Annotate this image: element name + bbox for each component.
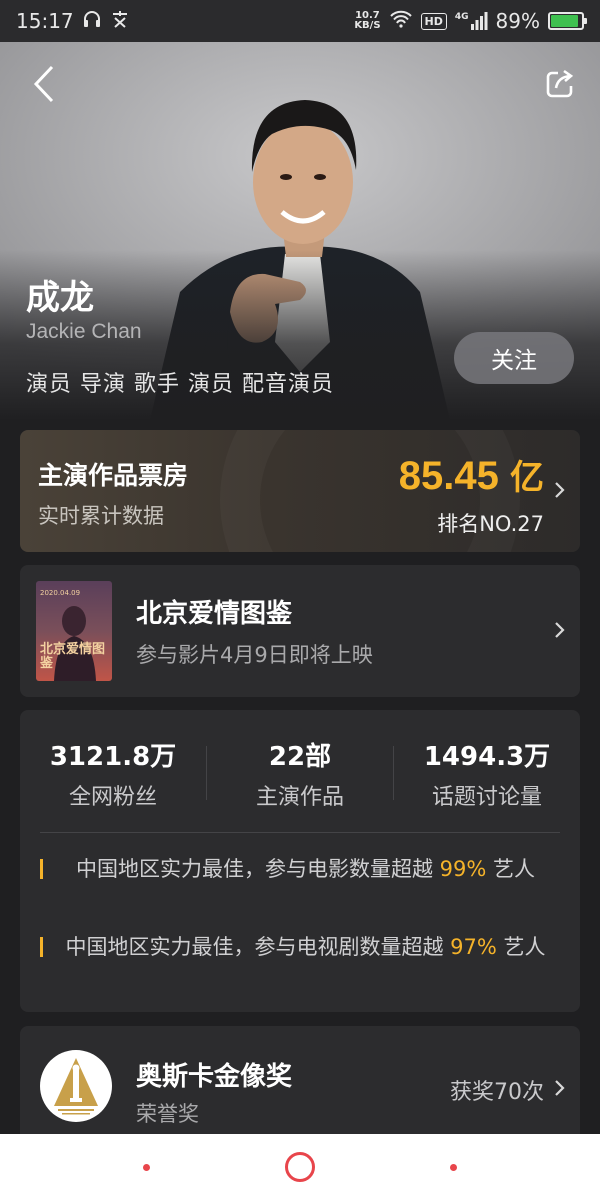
award-card[interactable]: 奥斯卡金像奖 荣誉奖 获奖70次 xyxy=(20,1026,580,1146)
award-title: 奥斯卡金像奖 xyxy=(136,1062,293,1092)
hero-header: 成龙 Jackie Chan 演员 导演 歌手 演员 配音演员 关注 xyxy=(0,42,600,420)
honor-item: 中国地区实力最佳，参与电影数量超越 99% 艺人 xyxy=(40,854,560,884)
honor-text-before: 中国地区实力最佳，参与电视剧数量超越 xyxy=(65,935,451,959)
stat-label: 全网粉丝 xyxy=(68,785,157,810)
honor-percent: 97% xyxy=(450,935,497,959)
oscar-statuette-icon xyxy=(54,1058,98,1115)
stat-value: 3121.8万 xyxy=(49,742,177,772)
back-button[interactable] xyxy=(24,62,64,106)
stats-card: 3121.8万 全网粉丝 22部 主演作品 1494.3万 话题讨论量 中国地区… xyxy=(20,710,580,1012)
award-count: 获奖70次 xyxy=(450,1080,544,1105)
battery-icon xyxy=(548,12,587,30)
net-speed: 10.7 KB/S xyxy=(354,11,380,31)
follow-button[interactable]: 关注 xyxy=(454,332,574,384)
actor-name: 成龙 xyxy=(26,278,94,318)
app-notification-icon xyxy=(110,9,130,33)
honor-text-before: 中国地区实力最佳，参与电影数量超越 xyxy=(75,857,440,881)
chevron-right-icon xyxy=(555,622,565,638)
stat-label: 主演作品 xyxy=(255,785,344,810)
signal-icon: 4G xyxy=(455,12,488,30)
movie-title: 北京爱情图鉴 xyxy=(136,599,293,629)
honor-text-after: 艺人 xyxy=(486,857,536,881)
stat-label: 话题讨论量 xyxy=(431,785,542,810)
upcoming-movie-card[interactable]: 2020.04.09 北京爱情图鉴 北京爱情图鉴 参与影片4月9日即将上映 xyxy=(20,565,580,697)
wifi-icon xyxy=(389,9,413,33)
nav-back-button[interactable] xyxy=(450,1164,457,1171)
share-button[interactable] xyxy=(542,66,578,102)
status-time: 15:17 xyxy=(16,9,74,33)
chevron-right-icon xyxy=(555,482,565,498)
system-nav-bar xyxy=(0,1134,600,1200)
headphones-icon xyxy=(82,9,102,33)
box-office-rank: 排名NO.27 xyxy=(437,512,544,536)
honor-item: 中国地区实力最佳，参与电视剧数量超越 97% 艺人 xyxy=(40,932,560,962)
battery-fill xyxy=(551,15,578,27)
chevron-left-icon xyxy=(33,65,54,103)
stat-fans[interactable]: 3121.8万 全网粉丝 xyxy=(20,736,206,811)
oscar-logo xyxy=(40,1050,112,1122)
movie-poster: 2020.04.09 北京爱情图鉴 xyxy=(36,581,112,681)
honor-text: 中国地区实力最佳，参与电影数量超越 99% 艺人 xyxy=(43,854,560,884)
honor-percent: 99% xyxy=(439,857,487,881)
poster-date: 2020.04.09 xyxy=(40,589,81,597)
hd-badge: HD xyxy=(420,12,447,30)
divider xyxy=(40,832,560,833)
nav-home-button[interactable] xyxy=(285,1152,315,1182)
box-office-amount: 85.45 xyxy=(398,454,499,498)
status-bar: 15:17 10.7 KB/S HD 4G 89% xyxy=(0,0,600,42)
signal-type: 4G xyxy=(454,12,469,22)
honor-text-after: 艺人 xyxy=(496,935,546,959)
stat-value: 1494.3万 xyxy=(423,742,551,772)
stat-value: 22部 xyxy=(268,742,332,772)
nav-menu-button[interactable] xyxy=(143,1164,150,1171)
stat-discussion[interactable]: 1494.3万 话题讨论量 xyxy=(394,736,580,811)
actor-english-name: Jackie Chan xyxy=(26,320,142,343)
share-icon xyxy=(546,69,574,98)
battery-percent: 89% xyxy=(495,9,540,33)
honor-text: 中国地区实力最佳，参与电视剧数量超越 97% 艺人 xyxy=(43,932,560,962)
box-office-card[interactable]: 主演作品票房 实时累计数据 85.45 亿 排名NO.27 xyxy=(20,430,580,552)
box-office-unit: 亿 xyxy=(510,459,544,497)
net-speed-unit: KB/S xyxy=(354,20,381,31)
box-office-title: 主演作品票房 xyxy=(38,461,189,490)
movie-subtitle: 参与影片4月9日即将上映 xyxy=(136,643,373,667)
poster-title: 北京爱情图鉴 xyxy=(40,642,106,671)
box-office-value: 85.45 亿 xyxy=(399,450,544,499)
chevron-right-icon xyxy=(555,1080,565,1096)
stat-works[interactable]: 22部 主演作品 xyxy=(207,736,393,811)
box-office-subtitle: 实时累计数据 xyxy=(38,504,164,528)
actor-roles: 演员 导演 歌手 演员 配音演员 xyxy=(26,372,334,397)
award-subtitle: 荣誉奖 xyxy=(136,1102,199,1126)
